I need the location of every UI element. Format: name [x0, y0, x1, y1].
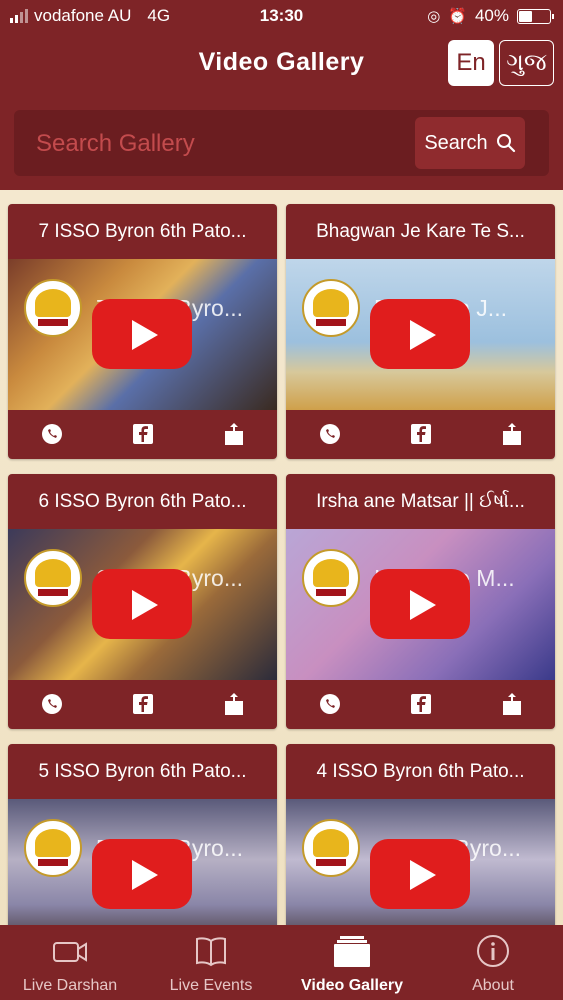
channel-logo: [302, 279, 360, 337]
location-icon: ◎: [427, 8, 441, 25]
tab-live-events[interactable]: Live Events: [141, 925, 281, 1000]
facebook-icon[interactable]: [409, 422, 433, 446]
video-card[interactable]: Bhagwan Je Kare Te S... Bhagwan J...: [286, 204, 555, 459]
app-header: Video Gallery En ગુજ: [0, 32, 563, 102]
search-bar: Search: [14, 110, 549, 176]
video-title[interactable]: 5 ISSO Byron 6th Pato...: [8, 744, 277, 799]
share-icon[interactable]: [500, 422, 524, 446]
bottom-tab-bar: Live Darshan Live Events Video Gallery A…: [0, 925, 563, 1000]
share-icon[interactable]: [500, 692, 524, 716]
play-icon[interactable]: [370, 569, 470, 639]
battery-percent: 40%: [474, 6, 509, 25]
video-card[interactable]: Irsha ane Matsar || ઈર્ષા... Irsha ane M…: [286, 474, 555, 729]
facebook-icon[interactable]: [131, 692, 155, 716]
language-gujarati-button[interactable]: ગુજ: [499, 40, 554, 86]
play-icon[interactable]: [370, 299, 470, 369]
share-actions: [8, 410, 277, 459]
channel-logo: [24, 819, 82, 877]
play-icon[interactable]: [92, 569, 192, 639]
search-button-label: Search: [424, 131, 488, 154]
search-button[interactable]: Search: [415, 117, 525, 169]
search-input[interactable]: [22, 120, 428, 168]
tab-video-gallery[interactable]: Video Gallery: [282, 925, 422, 1000]
tab-label: About: [472, 977, 514, 994]
whatsapp-icon[interactable]: [318, 692, 342, 716]
share-actions: [286, 680, 555, 729]
video-title[interactable]: Bhagwan Je Kare Te S...: [286, 204, 555, 259]
tab-label: Live Events: [169, 977, 253, 994]
video-thumbnail[interactable]: Irsha ane M...: [286, 529, 555, 680]
video-thumbnail[interactable]: 5 ISSO Byro...: [8, 799, 277, 925]
video-camera-icon: [53, 942, 87, 962]
video-thumbnail[interactable]: 7 ISSO Byro...: [8, 259, 277, 410]
whatsapp-icon[interactable]: [40, 422, 64, 446]
tab-about[interactable]: About: [423, 925, 563, 1000]
whatsapp-icon[interactable]: [318, 422, 342, 446]
play-icon[interactable]: [92, 839, 192, 909]
share-actions: [8, 680, 277, 729]
info-icon: [477, 935, 509, 967]
video-title[interactable]: 7 ISSO Byron 6th Pato...: [8, 204, 277, 259]
facebook-icon[interactable]: [409, 692, 433, 716]
video-title[interactable]: Irsha ane Matsar || ઈર્ષા...: [286, 474, 555, 529]
channel-logo: [302, 549, 360, 607]
battery-icon: [517, 8, 554, 24]
channel-logo: [24, 549, 82, 607]
play-icon[interactable]: [92, 299, 192, 369]
book-icon: [196, 937, 226, 967]
language-english-button[interactable]: En: [448, 40, 494, 86]
whatsapp-icon[interactable]: [40, 692, 64, 716]
tab-label: Live Darshan: [22, 977, 118, 994]
status-bar: vodafone AU 4G 13:30 ◎ ⏰ 40%: [0, 0, 563, 32]
gallery-stack-icon: [334, 936, 370, 967]
share-actions: [286, 410, 555, 459]
facebook-icon[interactable]: [131, 422, 155, 446]
video-card[interactable]: 5 ISSO Byron 6th Pato... 5 ISSO Byro...: [8, 744, 277, 925]
channel-logo: [24, 279, 82, 337]
share-icon[interactable]: [222, 692, 246, 716]
video-gallery-grid: 7 ISSO Byron 6th Pato... 7 ISSO Byro... …: [0, 190, 563, 925]
video-card[interactable]: 4 ISSO Byron 6th Pato... 4 ISSO Byro...: [286, 744, 555, 925]
search-icon: [496, 134, 515, 153]
video-card[interactable]: 7 ISSO Byron 6th Pato... 7 ISSO Byro...: [8, 204, 277, 459]
video-card[interactable]: 6 ISSO Byron 6th Pato... 6 ISSO Byro...: [8, 474, 277, 729]
video-title[interactable]: 6 ISSO Byron 6th Pato...: [8, 474, 277, 529]
video-thumbnail[interactable]: 4 ISSO Byro...: [286, 799, 555, 925]
share-icon[interactable]: [222, 422, 246, 446]
channel-logo: [302, 819, 360, 877]
tab-live-darshan[interactable]: Live Darshan: [0, 925, 140, 1000]
alarm-icon: ⏰: [448, 8, 467, 25]
video-thumbnail[interactable]: 6 ISSO Byro...: [8, 529, 277, 680]
play-icon[interactable]: [370, 839, 470, 909]
tab-label: Video Gallery: [301, 977, 403, 994]
video-title[interactable]: 4 ISSO Byron 6th Pato...: [286, 744, 555, 799]
video-thumbnail[interactable]: Bhagwan J...: [286, 259, 555, 410]
